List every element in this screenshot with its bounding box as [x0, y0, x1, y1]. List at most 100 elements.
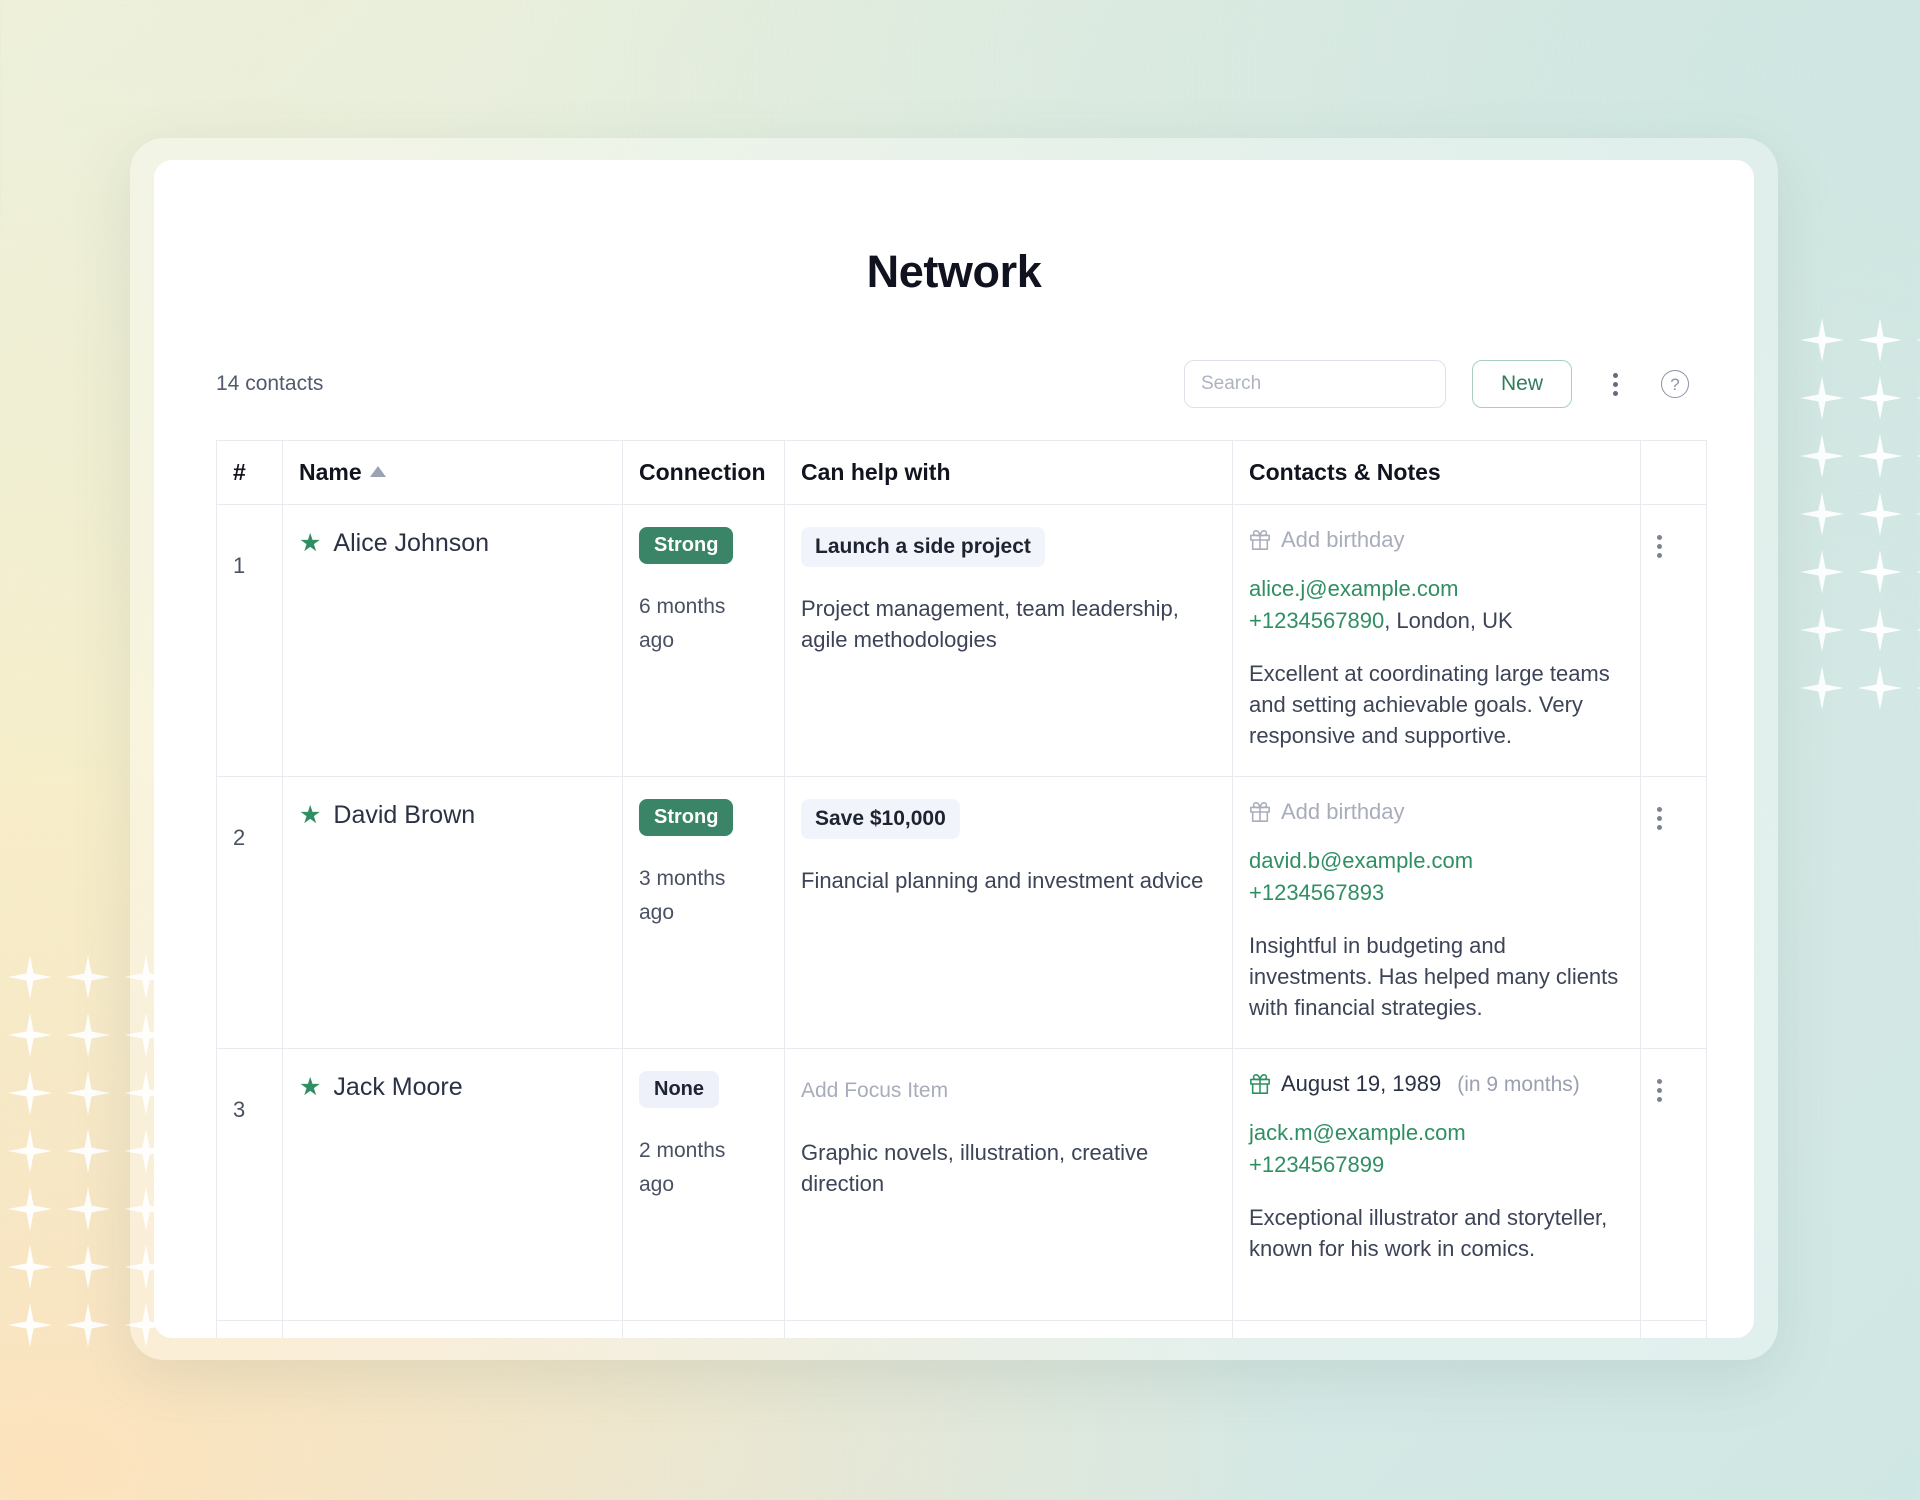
four-point-star-icon — [1916, 318, 1920, 362]
contacts-notes-cell[interactable]: Add birthday david.b@example.com +12345678… — [1232, 776, 1641, 1049]
phone-link[interactable]: +1234567893 — [1249, 880, 1384, 905]
four-point-star-icon — [1800, 434, 1844, 478]
name-cell[interactable]: ★ David Brown — [282, 776, 623, 1049]
phone-link[interactable]: +1234567899 — [1249, 1152, 1384, 1177]
row-index: 3 — [233, 1097, 246, 1122]
name-cell[interactable]: ★ Alice Johnson — [282, 504, 623, 777]
help-with-text: Project management, team leadership, agi… — [801, 596, 1179, 653]
can-help-with-cell[interactable]: Add Focus Item Graphic novels, illustrati… — [784, 1048, 1233, 1321]
can-help-with-cell[interactable]: Add Focus Item — [784, 1320, 1233, 1338]
four-point-star-icon — [1916, 434, 1920, 478]
birthday-row[interactable]: Add birthday — [1249, 799, 1624, 825]
four-point-star-icon — [1916, 492, 1920, 536]
name-cell[interactable]: ★Rachel Campbell — [282, 1320, 623, 1338]
four-point-star-icon — [1858, 318, 1902, 362]
help-with-text: Graphic novels, illustration, creative d… — [801, 1140, 1149, 1197]
four-point-star-icon — [1858, 492, 1902, 536]
name-cell[interactable]: ★ Jack Moore — [282, 1048, 623, 1321]
row-kebab-menu-icon[interactable] — [1657, 535, 1662, 558]
help-button[interactable]: ? — [1658, 367, 1692, 401]
birthday-relative: (in 9 months) — [1457, 1072, 1580, 1096]
table-row[interactable]: 1 ★ Alice Johnson Strong 6 months ago Launch … — [216, 504, 1707, 777]
connection-cell[interactable]: None 2 months ago — [622, 1048, 785, 1321]
phone-link[interactable]: +1234567890 — [1249, 608, 1384, 633]
four-point-star-icon — [1858, 608, 1902, 652]
search-input[interactable] — [1184, 360, 1446, 408]
column-header-connection[interactable]: Connection — [622, 440, 785, 505]
focus-item-chip[interactable]: Save $10,000 — [801, 799, 960, 839]
email-link[interactable]: david.b@example.com — [1249, 848, 1473, 873]
contact-name: David Brown — [333, 801, 476, 829]
kebab-menu-icon — [1612, 372, 1618, 396]
four-point-star-icon — [8, 955, 52, 999]
gift-icon — [1250, 530, 1270, 551]
birthday-row[interactable]: Add birthday — [1249, 527, 1624, 553]
connection-cell[interactable]: Strong 6 months ago — [622, 504, 785, 777]
table-row[interactable]: 2 ★ David Brown Strong 3 months ago Save $10,… — [216, 776, 1707, 1049]
contact-note: Excellent at coordinating large teams an… — [1249, 660, 1610, 749]
contacts-notes-cell[interactable]: August 19, 1989 (in 9 months) jack.m@examp… — [1232, 1048, 1641, 1321]
column-header-index[interactable]: # — [216, 440, 283, 505]
favorite-star-icon[interactable]: ★ — [299, 531, 321, 556]
birthday-value: August 19, 1989 — [1281, 1071, 1442, 1096]
email-link[interactable]: alice.j@example.com — [1249, 576, 1458, 601]
table-header: # Name Connection Can help with Contacts… — [216, 440, 1707, 505]
contact-links: alice.j@example.com +1234567890, London, … — [1249, 573, 1624, 635]
can-help-with-cell[interactable]: Launch a side project Project management,… — [784, 504, 1233, 777]
four-point-star-icon — [66, 1187, 110, 1231]
last-contact-time: 2 months ago — [639, 1139, 726, 1196]
row-kebab-menu-icon[interactable] — [1657, 1079, 1662, 1102]
row-menu-cell[interactable] — [1640, 1320, 1707, 1338]
column-header-contacts-notes[interactable]: Contacts & Notes — [1232, 440, 1641, 505]
connection-cell[interactable]: Weak — [622, 1320, 785, 1338]
four-point-star-icon — [1858, 376, 1902, 420]
favorite-star-icon[interactable]: ★ — [299, 803, 321, 828]
row-kebab-menu-icon[interactable] — [1657, 807, 1662, 830]
row-menu-cell[interactable] — [1640, 504, 1707, 777]
row-index: 2 — [233, 825, 246, 850]
favorite-star-icon[interactable]: ★ — [299, 1075, 321, 1100]
row-menu-cell[interactable] — [1640, 1048, 1707, 1321]
table-body: 1 ★ Alice Johnson Strong 6 months ago Launch … — [216, 504, 1707, 1338]
contacts-notes-cell[interactable]: Add birthday alice.j@example.com +12345678… — [1232, 504, 1641, 777]
connection-cell[interactable]: Strong 3 months ago — [622, 776, 785, 1049]
four-point-star-icon — [1916, 608, 1920, 652]
column-header-can-help-with[interactable]: Can help with — [784, 440, 1233, 505]
can-help-with-cell[interactable]: Save $10,000 Financial planning and inves… — [784, 776, 1233, 1049]
four-point-star-icon — [1858, 434, 1902, 478]
connection-strength-badge[interactable]: None — [639, 1071, 719, 1108]
focus-item-chip[interactable]: Launch a side project — [801, 527, 1045, 567]
sparkle-decoration-right — [1800, 318, 1920, 724]
four-point-star-icon — [1858, 550, 1902, 594]
birthday-value: Add birthday — [1281, 527, 1405, 552]
row-index-cell: 1 — [216, 504, 283, 777]
column-header-name[interactable]: Name — [282, 440, 623, 505]
gift-icon — [1250, 1074, 1270, 1095]
more-options-button[interactable] — [1598, 367, 1632, 401]
four-point-star-icon — [66, 1071, 110, 1115]
contact-note: Exceptional illustrator and storyteller,… — [1249, 1204, 1608, 1262]
page-title: Network — [866, 246, 1042, 297]
connection-strength-badge[interactable]: Strong — [639, 799, 734, 836]
column-header-menu — [1640, 440, 1707, 505]
four-point-star-icon — [1916, 666, 1920, 710]
connection-strength-badge[interactable]: Strong — [639, 527, 734, 564]
contacts-notes-cell[interactable]: July 4, 1994(in 8 months) — [1232, 1320, 1641, 1338]
help-with-text: Financial planning and investment advice — [801, 868, 1204, 893]
focus-item-chip[interactable]: Add Focus Item — [801, 1071, 962, 1111]
four-point-star-icon — [1800, 492, 1844, 536]
last-contact-time: 3 months ago — [639, 867, 726, 924]
help-circle-icon: ? — [1661, 370, 1689, 398]
table-row[interactable]: 3 ★ Jack Moore None 2 months ago Add Focus It… — [216, 1048, 1707, 1321]
four-point-star-icon — [1800, 318, 1844, 362]
four-point-star-icon — [66, 1013, 110, 1057]
row-menu-cell[interactable] — [1640, 776, 1707, 1049]
sort-ascending-icon — [369, 466, 386, 477]
four-point-star-icon — [8, 1303, 52, 1347]
birthday-row[interactable]: August 19, 1989 (in 9 months) — [1249, 1071, 1624, 1097]
four-point-star-icon — [8, 1071, 52, 1115]
new-button[interactable]: New — [1472, 360, 1572, 408]
email-link[interactable]: jack.m@example.com — [1249, 1120, 1466, 1145]
row-index-cell: 2 — [216, 776, 283, 1049]
table-row[interactable]: 4★Rachel CampbellWeakAdd Focus ItemJuly … — [216, 1320, 1707, 1338]
